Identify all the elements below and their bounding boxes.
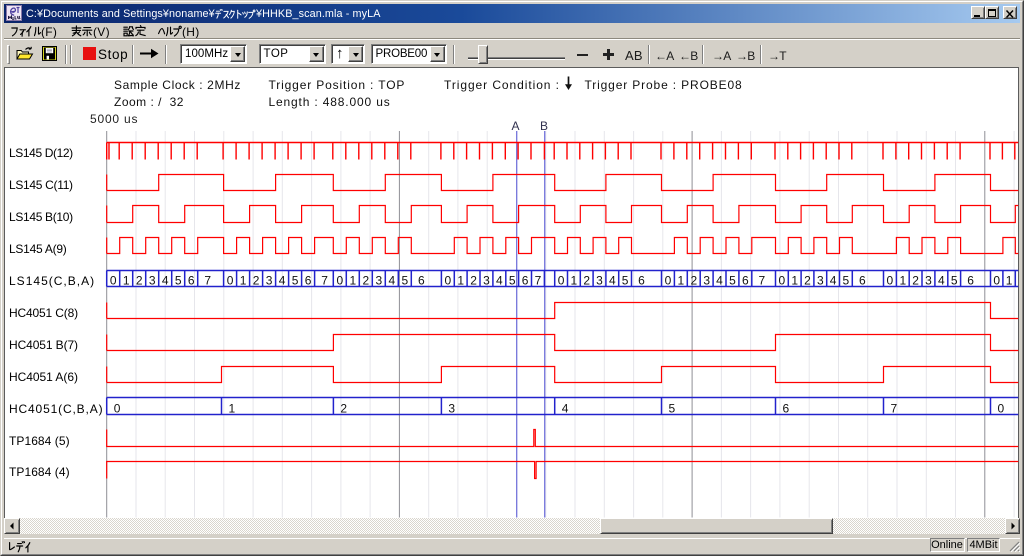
svg-text:0: 0 xyxy=(110,274,117,288)
svg-text:0: 0 xyxy=(114,401,121,415)
svg-text:1: 1 xyxy=(240,274,247,288)
svg-text:6: 6 xyxy=(188,274,195,288)
svg-text:3: 3 xyxy=(483,274,490,288)
svg-text:0: 0 xyxy=(336,274,343,288)
svg-text:3: 3 xyxy=(266,274,273,288)
svg-text:4: 4 xyxy=(388,274,395,288)
svg-text:3: 3 xyxy=(596,274,603,288)
svg-text:2: 2 xyxy=(912,274,919,288)
svg-text:1: 1 xyxy=(677,274,684,288)
svg-text:4: 4 xyxy=(609,274,616,288)
svg-text:1: 1 xyxy=(229,401,236,415)
svg-text:1: 1 xyxy=(123,274,130,288)
svg-text:7: 7 xyxy=(535,274,542,288)
svg-text:2: 2 xyxy=(362,274,369,288)
svg-text:2: 2 xyxy=(253,274,260,288)
svg-text:0: 0 xyxy=(779,274,786,288)
svg-text:3: 3 xyxy=(703,274,710,288)
svg-text:6: 6 xyxy=(305,274,312,288)
svg-text:2: 2 xyxy=(340,401,347,415)
svg-text:4: 4 xyxy=(830,274,837,288)
svg-text:1: 1 xyxy=(571,274,578,288)
svg-text:6: 6 xyxy=(967,274,974,288)
svg-text:3: 3 xyxy=(149,274,156,288)
svg-text:2: 2 xyxy=(583,274,590,288)
svg-text:1: 1 xyxy=(899,274,906,288)
svg-text:2: 2 xyxy=(470,274,477,288)
svg-text:3: 3 xyxy=(925,274,932,288)
svg-text:5: 5 xyxy=(951,274,958,288)
svg-text:6: 6 xyxy=(638,274,645,288)
svg-text:5: 5 xyxy=(843,274,850,288)
svg-text:4: 4 xyxy=(496,274,503,288)
svg-text:1: 1 xyxy=(1006,274,1013,288)
svg-text:3: 3 xyxy=(448,401,455,415)
svg-text:6: 6 xyxy=(742,274,749,288)
svg-text:0: 0 xyxy=(444,274,451,288)
svg-text:5: 5 xyxy=(509,274,516,288)
svg-text:7: 7 xyxy=(758,274,765,288)
svg-text:5: 5 xyxy=(175,274,182,288)
svg-text:0: 0 xyxy=(227,274,234,288)
svg-text:1: 1 xyxy=(349,274,356,288)
svg-text:3: 3 xyxy=(817,274,824,288)
svg-text:6: 6 xyxy=(859,274,866,288)
svg-text:5: 5 xyxy=(729,274,736,288)
svg-text:4: 4 xyxy=(279,274,286,288)
svg-text:7: 7 xyxy=(321,274,328,288)
svg-text:3: 3 xyxy=(375,274,382,288)
svg-text:5: 5 xyxy=(622,274,629,288)
svg-text:4: 4 xyxy=(562,401,569,415)
svg-text:6: 6 xyxy=(783,401,790,415)
svg-text:2: 2 xyxy=(136,274,143,288)
svg-text:1: 1 xyxy=(791,274,798,288)
svg-text:4: 4 xyxy=(162,274,169,288)
svg-text:0: 0 xyxy=(993,274,1000,288)
svg-text:4: 4 xyxy=(938,274,945,288)
svg-text:0: 0 xyxy=(887,274,894,288)
svg-text:7: 7 xyxy=(891,401,898,415)
svg-text:7: 7 xyxy=(204,274,211,288)
svg-text:6: 6 xyxy=(418,274,425,288)
svg-text:0: 0 xyxy=(665,274,672,288)
svg-text:1: 1 xyxy=(457,274,464,288)
svg-text:2: 2 xyxy=(690,274,697,288)
svg-text:6: 6 xyxy=(522,274,529,288)
svg-text:5: 5 xyxy=(292,274,299,288)
svg-text:0: 0 xyxy=(558,274,565,288)
svg-text:0: 0 xyxy=(998,401,1005,415)
svg-text:5: 5 xyxy=(401,274,408,288)
svg-text:4: 4 xyxy=(716,274,723,288)
svg-text:5: 5 xyxy=(669,401,676,415)
svg-text:2: 2 xyxy=(804,274,811,288)
